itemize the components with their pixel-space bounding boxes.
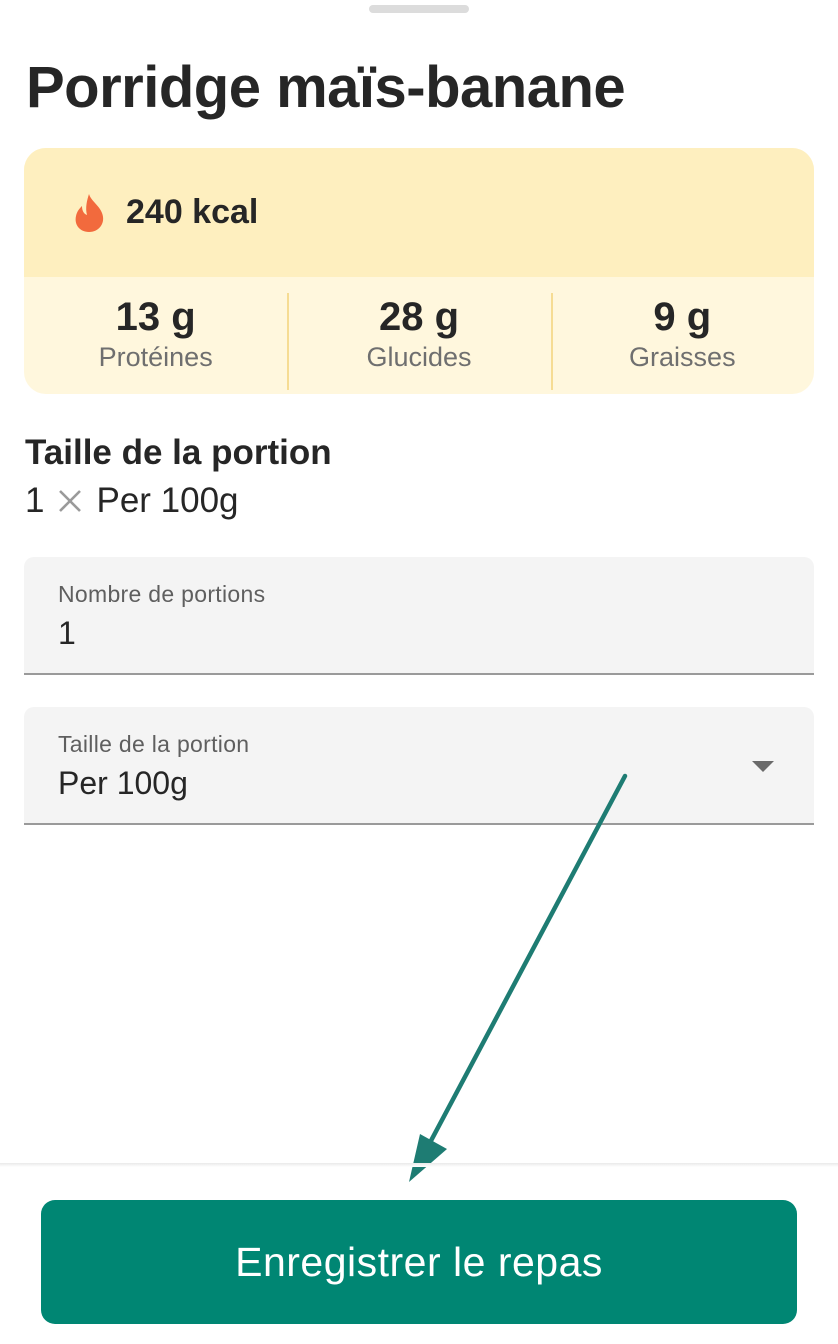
portion-size-select-label: Taille de la portion — [58, 731, 250, 757]
dropdown-arrow-icon[interactable] — [752, 761, 774, 772]
servings-count-label: Nombre de portions — [58, 581, 266, 607]
macro-carbs-label: Glucides — [366, 341, 472, 372]
servings-count-input[interactable]: 1 — [58, 615, 76, 652]
calories-row: 240 kcal — [24, 148, 814, 277]
save-meal-button[interactable]: Enregistrer le repas — [41, 1200, 797, 1324]
portion-size-heading: Taille de la portion — [25, 433, 332, 472]
footer-divider — [0, 1163, 838, 1167]
macro-fat-label: Graisses — [629, 341, 736, 372]
macro-protein-value: 13 g — [115, 294, 196, 339]
portion-size-select[interactable]: Taille de la portion Per 100g — [24, 707, 814, 825]
portion-quantity: 1 — [25, 481, 45, 520]
servings-count-field[interactable]: Nombre de portions 1 — [24, 557, 814, 675]
portion-size-select-value[interactable]: Per 100g — [58, 765, 188, 802]
macro-protein-label: Protéines — [98, 341, 213, 372]
macros-row: 13 g Protéines 28 g Glucides 9 g Graisse… — [24, 277, 814, 394]
macro-carbs-value: 28 g — [378, 294, 460, 339]
portion-summary: 1 Per 100g — [25, 478, 239, 524]
flame-icon — [75, 193, 104, 232]
portion-unit: Per 100g — [96, 481, 239, 520]
calories-value: 240 kcal — [126, 193, 259, 231]
macro-protein: 13 g Protéines — [24, 277, 287, 394]
multiply-icon — [59, 490, 82, 512]
sheet-drag-handle[interactable] — [369, 5, 469, 13]
macro-fat-value: 9 g — [653, 294, 712, 339]
nutrition-summary-card: 240 kcal 13 g Protéines 28 g Glucides 9 … — [24, 148, 814, 394]
macro-fat: 9 g Graisses — [550, 277, 814, 394]
meal-detail-sheet: Porridge maïs-banane 240 kcal 13 g Proté… — [0, 0, 838, 1344]
macro-carbs: 28 g Glucides — [287, 277, 550, 394]
meal-title: Porridge maïs-banane — [26, 55, 626, 120]
